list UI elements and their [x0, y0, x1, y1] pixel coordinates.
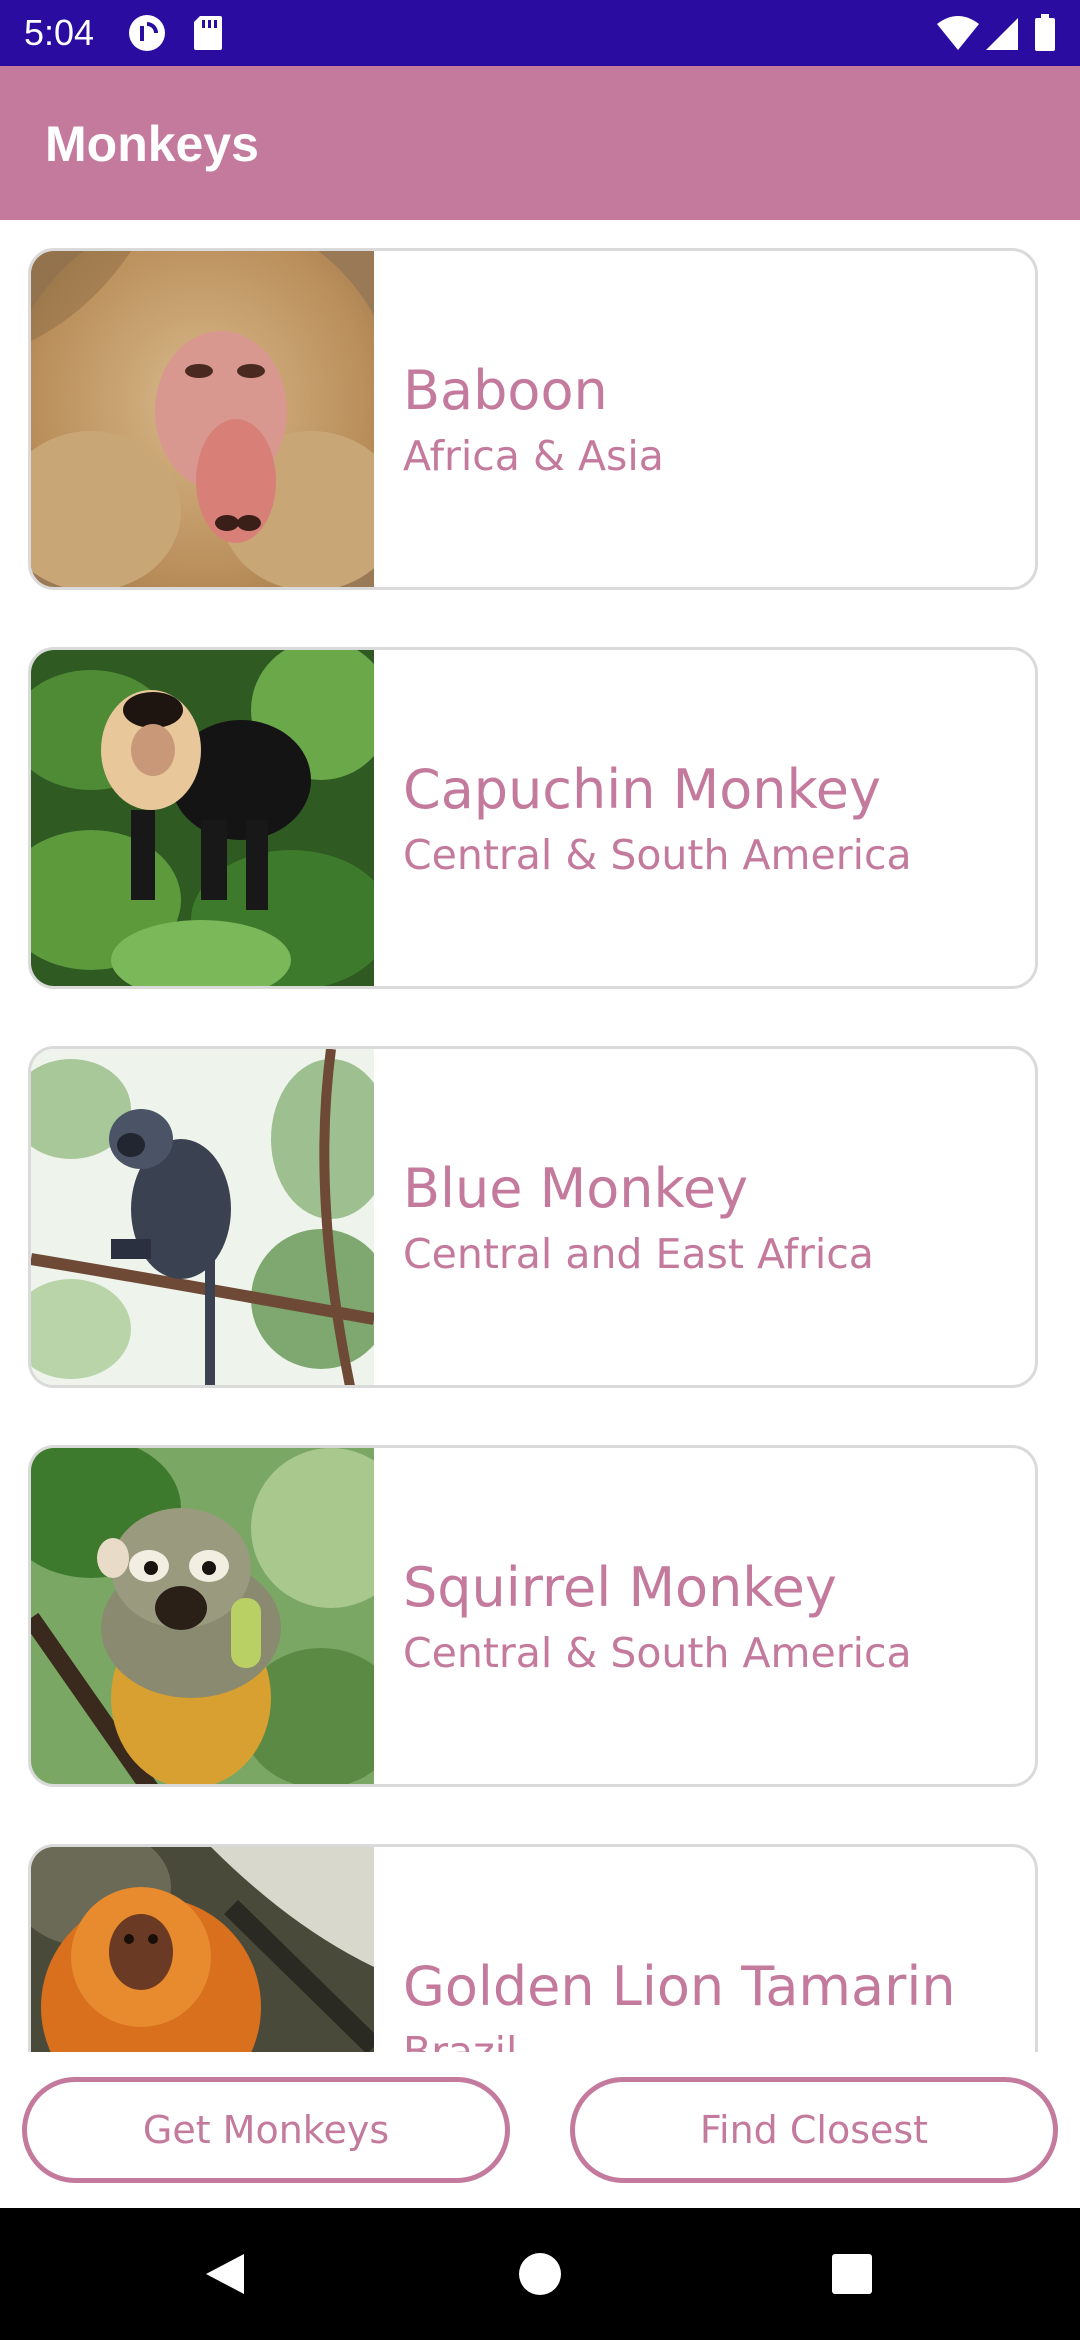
monkey-card[interactable]: Blue Monkey Central and East Africa [28, 1046, 1038, 1388]
wifi-icon [936, 14, 980, 56]
monkey-card[interactable]: Golden Lion Tamarin Brazil [28, 1844, 1038, 2052]
golden-lion-tamarin-photo [31, 1847, 374, 2052]
monkey-name: Blue Monkey [403, 1157, 749, 1220]
status-time: 5:04 [24, 12, 95, 53]
monkey-card[interactable]: Squirrel Monkey Central & South America [28, 1445, 1038, 1787]
pocket-casts-icon [128, 14, 166, 56]
baboon-photo [31, 251, 374, 587]
find-closest-button[interactable]: Find Closest [570, 2077, 1058, 2183]
sd-card-icon [192, 14, 224, 56]
monkey-card[interactable]: Capuchin Monkey Central & South America [28, 647, 1038, 989]
blue-monkey-photo [31, 1049, 374, 1385]
monkey-name: Capuchin Monkey [403, 758, 881, 821]
monkey-location: Africa & Asia [403, 432, 664, 480]
app-bar: Monkeys [0, 66, 1080, 220]
monkey-name: Baboon [403, 359, 608, 422]
monkey-location: Brazil [403, 2028, 518, 2052]
capuchin-monkey-photo [31, 650, 374, 986]
monkey-location: Central & South America [403, 831, 912, 879]
cell-signal-icon [984, 14, 1020, 56]
monkey-location: Central and East Africa [403, 1230, 874, 1278]
monkey-name: Golden Lion Tamarin [403, 1955, 956, 2018]
monkey-list[interactable]: Baboon Africa & Asia Capuchin Monkey Cen… [0, 220, 1080, 2052]
monkey-card[interactable]: Baboon Africa & Asia [28, 248, 1038, 590]
recents-icon[interactable] [828, 2250, 876, 2302]
battery-icon [1034, 14, 1056, 56]
squirrel-monkey-photo [31, 1448, 374, 1784]
get-monkeys-button[interactable]: Get Monkeys [22, 2077, 510, 2183]
status-bar: 5:04 [0, 0, 1080, 66]
navigation-bar [0, 2208, 1080, 2340]
page-title: Monkeys [45, 116, 259, 172]
action-bar: Get Monkeys Find Closest [0, 2052, 1080, 2208]
monkey-location: Central & South America [403, 1629, 912, 1677]
back-icon[interactable] [200, 2250, 248, 2302]
monkey-name: Squirrel Monkey [403, 1556, 837, 1619]
home-icon[interactable] [516, 2250, 564, 2302]
